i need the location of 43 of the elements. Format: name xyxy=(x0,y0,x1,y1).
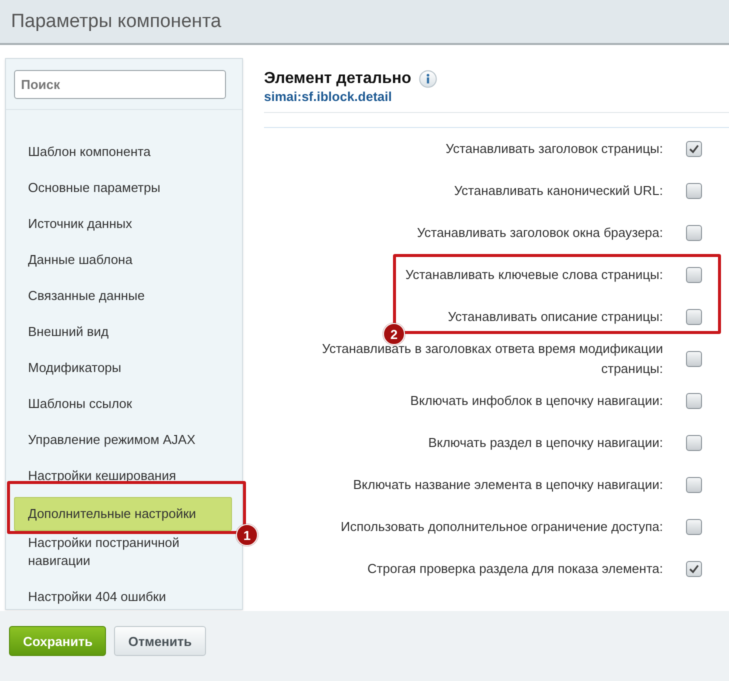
callout-badge: 2 xyxy=(383,323,405,345)
setting-label: Устанавливать ключевые слова страницы: xyxy=(405,266,663,284)
sidebar-item[interactable]: Модификаторы xyxy=(6,350,144,386)
setting-label: Включать название элемента в цепочку навигации: xyxy=(353,476,663,494)
sidebar-item[interactable]: Шаблоны ссылок xyxy=(6,386,154,422)
sidebar-item[interactable]: Управление режимом AJAX xyxy=(6,422,218,458)
component-title: Элемент детально xyxy=(264,70,412,88)
checkbox[interactable] xyxy=(686,519,702,535)
window-title: Параметры компонента xyxy=(11,10,222,32)
checkbox[interactable] xyxy=(686,225,702,241)
checkbox[interactable] xyxy=(686,435,702,451)
checkbox[interactable] xyxy=(686,393,702,409)
setting-label: Включать инфоблок в цепочку навигации: xyxy=(410,392,663,410)
sidebar-item[interactable]: Настройки кеширования xyxy=(6,458,198,494)
sidebar-item[interactable]: Основные параметры xyxy=(6,170,182,206)
sidebar-item[interactable]: Настройки 404 ошибки xyxy=(6,579,188,615)
info-icon[interactable] xyxy=(419,70,438,88)
cancel-button[interactable]: Отменить xyxy=(114,626,206,656)
check-icon xyxy=(688,143,700,155)
setting-label: Включать раздел в цепочку навигации: xyxy=(428,434,663,452)
checkbox[interactable] xyxy=(686,477,702,493)
sidebar-item[interactable]: Источник данных xyxy=(6,206,154,242)
sidebar-item[interactable]: Данные шаблона xyxy=(6,242,154,278)
setting-label: Использовать дополнительное ограничение доступа: xyxy=(340,518,663,536)
callout-badge: 1 xyxy=(236,524,258,546)
setting-label: Устанавливать заголовок страницы: xyxy=(446,140,663,158)
setting-label: Строгая проверка раздела для показа элемента: xyxy=(367,560,663,578)
check-icon xyxy=(688,563,700,575)
checkbox[interactable] xyxy=(686,351,702,367)
sidebar-item[interactable]: Связанные данные xyxy=(6,278,167,314)
sidebar-item[interactable]: Дополнительные настройки xyxy=(14,497,232,531)
checkbox[interactable] xyxy=(686,309,702,325)
component-code: simai:sf.iblock.detail xyxy=(264,89,393,104)
sidebar-item[interactable]: Внешний вид xyxy=(6,314,131,350)
sidebar-item[interactable]: Шаблон компонента xyxy=(6,134,173,170)
checkbox[interactable] xyxy=(686,183,702,199)
checkbox[interactable] xyxy=(686,141,702,157)
checkbox[interactable] xyxy=(686,267,702,283)
search-field[interactable]: Поиск xyxy=(14,70,226,99)
setting-label: Устанавливать канонический URL: xyxy=(454,182,663,200)
setting-label: Устанавливать заголовок окна браузера: xyxy=(417,224,663,242)
checkbox[interactable] xyxy=(686,561,702,577)
setting-label: Устанавливать описание страницы: xyxy=(448,308,663,326)
